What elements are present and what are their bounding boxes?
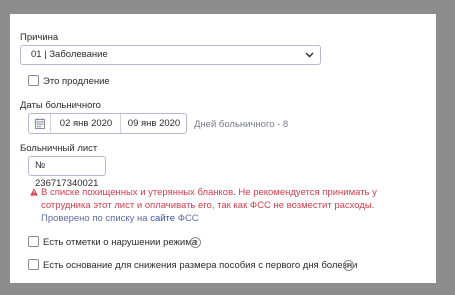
sick-list-label: Больничный лист <box>20 143 98 154</box>
reason-select-value: 01 | Заболевание <box>31 49 108 60</box>
chevron-down-icon <box>305 52 314 58</box>
start-date-input[interactable]: 02 янв 2020 <box>52 114 120 133</box>
extension-checkbox[interactable] <box>28 75 39 86</box>
verified-prefix: Проверено по списку на <box>41 213 151 224</box>
window-frame-top <box>0 0 455 14</box>
regime-violation-checkbox[interactable] <box>28 236 39 247</box>
warning-text: В списке похищенных и утерянных бланков.… <box>41 187 377 211</box>
reason-label: Причина <box>20 32 59 43</box>
end-date-input[interactable]: 09 янв 2020 <box>121 114 187 133</box>
regime-violation-label: Есть отметки о нарушении режима <box>43 237 198 248</box>
window-frame-left <box>0 0 10 295</box>
window-frame-right <box>436 0 455 295</box>
window-frame-bottom <box>0 283 455 295</box>
help-icon[interactable]: ? <box>190 237 201 248</box>
verification-note: Проверено по списку на сайте ФСС <box>41 213 199 224</box>
calendar-button[interactable] <box>29 114 51 133</box>
fss-site-link[interactable]: сайте <box>150 213 175 224</box>
stolen-blank-warning: В списке похищенных и утерянных бланков.… <box>32 186 427 212</box>
benefit-reduction-checkbox[interactable] <box>28 259 39 270</box>
sick-days-count: Дней больничного - 8 <box>194 119 289 130</box>
date-range-picker[interactable]: 02 янв 2020 09 янв 2020 <box>28 113 187 134</box>
sick-list-number-input[interactable]: № 236717340021 <box>28 156 106 189</box>
sick-dates-label: Даты больничного <box>20 100 101 111</box>
help-icon[interactable]: ? <box>343 260 354 271</box>
reason-select[interactable]: 01 | Заболевание <box>20 45 321 65</box>
verified-suffix: ФСС <box>175 213 199 224</box>
benefit-reduction-label: Есть основание для снижения размера посо… <box>43 260 358 271</box>
extension-label: Это продление <box>43 76 110 87</box>
calendar-icon <box>35 118 45 129</box>
